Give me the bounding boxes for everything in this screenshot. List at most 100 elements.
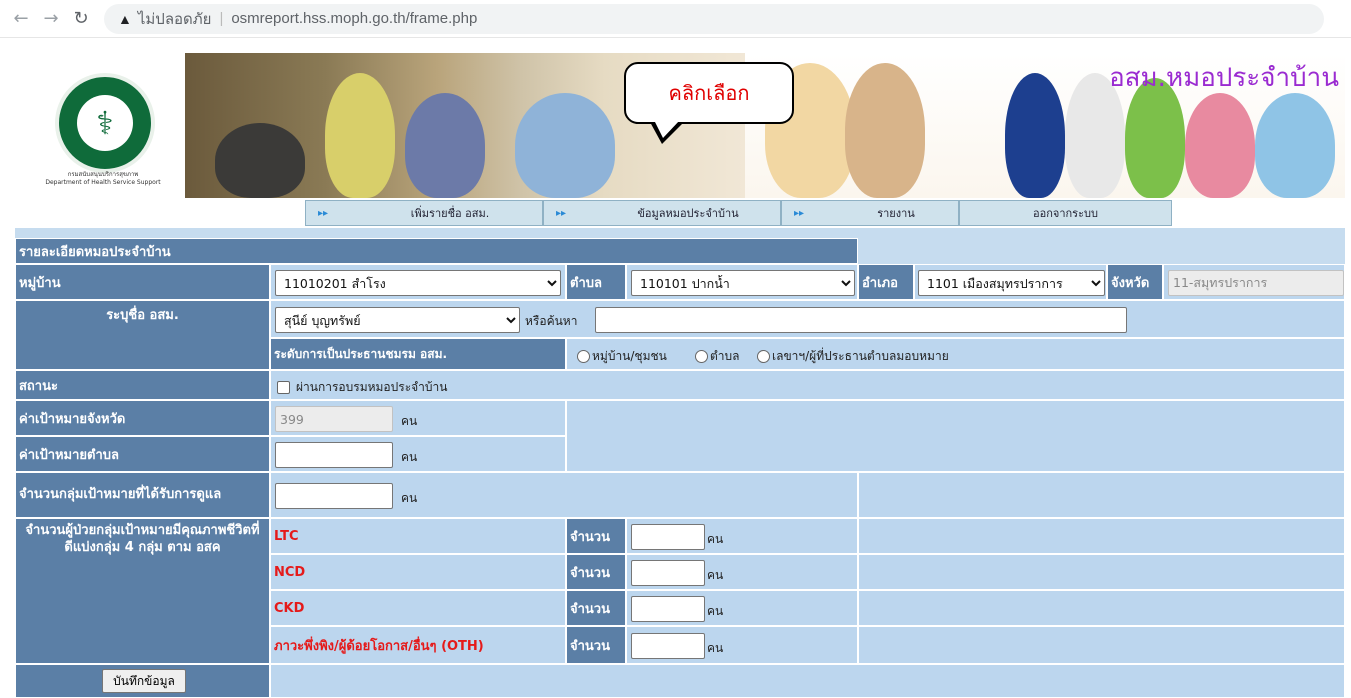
amphoe-select[interactable]: 1101 เมืองสมุทรปราการ	[918, 270, 1105, 296]
village-cell: 11010201 สำโรง	[270, 264, 566, 300]
menu-label: ข้อมูลหมอประจำบ้าน	[637, 207, 739, 220]
home-doctor-form: รายละเอียดหมอประจำบ้าน หมู่บ้าน 11010201…	[15, 228, 1345, 698]
cared-cell: คน	[270, 472, 858, 518]
osm-name-select[interactable]: สุนีย์ บุญทรัพย์	[275, 307, 520, 333]
cartoon-figure	[1255, 93, 1335, 198]
radio-label: หมู่บ้าน/ชุมชน	[592, 349, 667, 363]
village-label: หมู่บ้าน	[15, 264, 270, 300]
url-text: osmreport.hss.moph.go.th/frame.php	[231, 10, 478, 27]
club-level-label: ระดับการเป็นประธานชมรม อสม.	[270, 338, 566, 370]
warning-icon: ▲	[118, 10, 132, 27]
trained-checkbox[interactable]	[277, 381, 290, 394]
amphoe-cell: 1101 เมืองสมุทรปราการ	[914, 264, 1107, 300]
province-label: จังหวัด	[1107, 264, 1163, 300]
search-input[interactable]	[595, 307, 1127, 333]
radio-button[interactable]	[695, 350, 708, 363]
radio-label: ตำบล	[710, 349, 740, 363]
tambon-target-label: ค่าเป้าหมายตำบล	[15, 436, 270, 472]
club-level-cell: หมู่บ้าน/ชุมชน ตำบล เลขาฯ/ผู้ที่ประธานตำ…	[566, 338, 1345, 370]
count-label: จำนวน	[566, 518, 626, 554]
amphoe-label: อำเภอ	[858, 264, 914, 300]
photo-person	[405, 93, 485, 198]
ncd-input[interactable]	[631, 560, 705, 586]
photo-person	[325, 73, 395, 198]
ckd-input[interactable]	[631, 596, 705, 622]
group-ckd-label: CKD	[270, 590, 566, 626]
unit-label: คน	[707, 532, 724, 546]
reload-icon[interactable]: ↻	[66, 4, 96, 34]
menu-label: รายงาน	[877, 207, 915, 220]
back-arrow-icon[interactable]: ←	[6, 4, 36, 34]
menu-label: ออกจากระบบ	[1033, 207, 1098, 220]
tambon-cell: 110101 ปากน้ำ	[626, 264, 858, 300]
cartoon-figure	[845, 63, 925, 198]
photo-person	[515, 93, 615, 198]
village-select[interactable]: 11010201 สำโรง	[275, 270, 561, 296]
security-label: ไม่ปลอดภัย	[137, 10, 212, 28]
group-oth-label: ภาวะพึ่งพิง/ผู้ด้อยโอกาส/อื่นๆ (OTH)	[270, 626, 566, 664]
menu-logout[interactable]: ออกจากระบบ	[959, 200, 1172, 226]
osm-name-label: ระบุชื่อ อสม.	[15, 300, 270, 370]
callout-tail-fill	[654, 120, 680, 138]
save-button[interactable]: บันทึกข้อมูล	[102, 669, 186, 693]
quality-label: จำนวนผู้ป่วยกลุ่มเป้าหมายมีคุณภาพชีวิตที…	[15, 518, 270, 664]
arrow-right-icon: ▸▸	[556, 207, 567, 219]
forward-arrow-icon[interactable]: →	[36, 4, 66, 34]
cared-label: จำนวนกลุ่มเป้าหมายที่ได้รับการดูแล	[15, 472, 270, 518]
caduceus-icon: ⚕	[77, 95, 133, 151]
oth-input[interactable]	[631, 633, 705, 659]
tambon-select[interactable]: 110101 ปากน้ำ	[631, 270, 855, 296]
site-title: อสม.หมอประจำบ้าน	[1109, 63, 1339, 93]
cared-spacer	[858, 472, 1345, 518]
group-ckd-cell: คน	[626, 590, 858, 626]
click-callout: คลิกเลือก	[624, 62, 794, 124]
radio-button[interactable]	[577, 350, 590, 363]
province-target-label: ค่าเป้าหมายจังหวัด	[15, 400, 270, 436]
target-spacer	[566, 400, 1345, 472]
province-cell	[1163, 264, 1345, 300]
arrow-right-icon: ▸▸	[794, 207, 805, 219]
tambon-label: ตำบล	[566, 264, 626, 300]
logo-caption-thai: กรมสนับสนุนบริการสุขภาพ	[67, 171, 139, 178]
trained-checkbox-wrap[interactable]: ผ่านการอบรมหมอประจำบ้าน	[277, 378, 447, 397]
menu-report[interactable]: ▸▸ รายงาน	[781, 200, 959, 226]
arrow-right-icon: ▸▸	[318, 207, 329, 219]
save-cell: บันทึกข้อมูล	[15, 664, 270, 698]
unit-label: คน	[401, 450, 418, 464]
unit-label: คน	[401, 491, 418, 505]
ministry-logo: ⚕	[55, 73, 155, 173]
tambon-target-input[interactable]	[275, 442, 393, 468]
province-target-field[interactable]	[275, 406, 393, 432]
cartoon-figure	[1005, 73, 1065, 198]
radio-tambon[interactable]: ตำบล	[695, 347, 740, 366]
group-ltc-cell: คน	[626, 518, 858, 554]
menu-add-osm[interactable]: ▸▸ เพิ่มรายชื่อ อสม.	[305, 200, 543, 226]
count-label: จำนวน	[566, 554, 626, 590]
radio-secretary[interactable]: เลขาฯ/ผู้ที่ประธานตำบลมอบหมาย	[757, 347, 949, 366]
address-separator: |	[219, 10, 224, 27]
group-spacer	[858, 518, 1345, 554]
cared-input[interactable]	[275, 483, 393, 509]
logo-caption: กรมสนับสนุนบริการสุขภาพ Department of He…	[33, 171, 173, 187]
radio-label: เลขาฯ/ผู้ที่ประธานตำบลมอบหมาย	[772, 349, 949, 363]
address-bar[interactable]: ▲ ไม่ปลอดภัย | osmreport.hss.moph.go.th/…	[104, 3, 1324, 34]
browser-toolbar: ← → ↻ ▲ ไม่ปลอดภัย | osmreport.hss.moph.…	[0, 0, 1351, 38]
trained-label: ผ่านการอบรมหมอประจำบ้าน	[296, 380, 448, 394]
group-spacer	[858, 626, 1345, 664]
radio-village[interactable]: หมู่บ้าน/ชุมชน	[577, 347, 667, 366]
ltc-input[interactable]	[631, 524, 705, 550]
tambon-target-cell: คน	[270, 436, 566, 472]
group-ltc-label: LTC	[270, 518, 566, 554]
radio-button[interactable]	[757, 350, 770, 363]
unit-label: คน	[707, 604, 724, 618]
main-menu: ▸▸ เพิ่มรายชื่อ อสม. ▸▸ ข้อมูลหมอประจำบ้…	[305, 200, 1172, 226]
section-title: รายละเอียดหมอประจำบ้าน	[15, 238, 858, 264]
menu-home-doctor-data[interactable]: ▸▸ ข้อมูลหมอประจำบ้าน	[543, 200, 781, 226]
unit-label: คน	[707, 568, 724, 582]
photo-person	[215, 123, 305, 198]
province-field[interactable]	[1168, 270, 1344, 296]
status-label: สถานะ	[15, 370, 270, 400]
save-spacer	[270, 664, 1345, 698]
group-ncd-label: NCD	[270, 554, 566, 590]
unit-label: คน	[707, 641, 724, 655]
